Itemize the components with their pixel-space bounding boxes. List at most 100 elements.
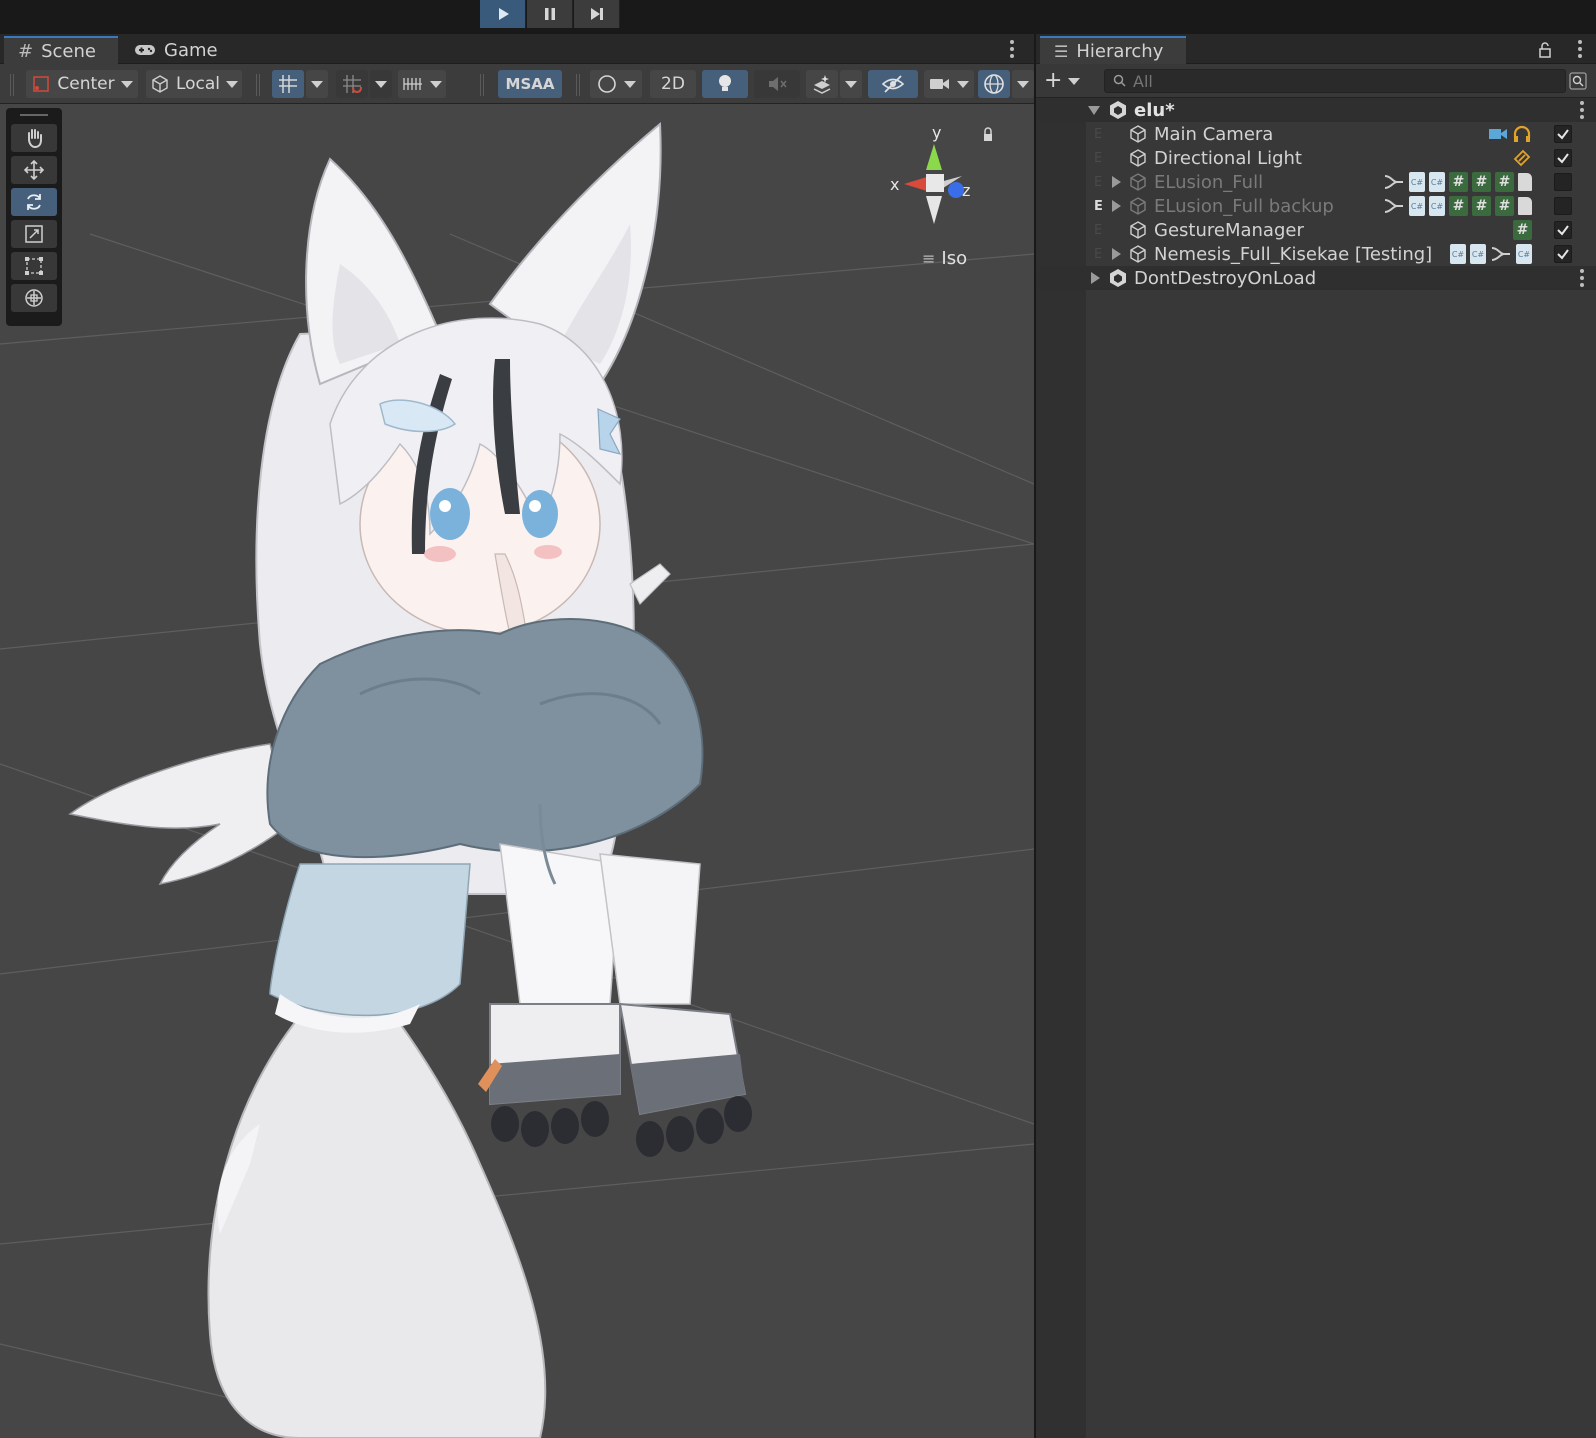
hierarchy-item-nemesis-full-kisekae[interactable]: E Nemesis_Full_Kisekae [Testing] C# C# C…: [1036, 242, 1596, 266]
effects-toggle[interactable]: [806, 70, 838, 98]
tab-scene[interactable]: # Scene: [4, 36, 118, 64]
snap-options-dropdown[interactable]: [370, 70, 392, 98]
lighting-toggle[interactable]: [702, 70, 748, 98]
expand-arrow-icon[interactable]: [1088, 105, 1100, 115]
chevron-down-icon: [375, 80, 387, 88]
scene-row-elu[interactable]: elu*: [1036, 98, 1596, 122]
component-icons: [1488, 124, 1532, 144]
component-icons: [1512, 148, 1532, 168]
scene-visibility-toggle[interactable]: [868, 70, 918, 98]
snap-toggle[interactable]: [336, 70, 368, 98]
expand-arrow-icon[interactable]: [1112, 248, 1121, 260]
item-name: GestureManager: [1154, 219, 1304, 241]
hidden-eye-icon: [881, 75, 905, 93]
hierarchy-panel-menu-icon[interactable]: [1578, 40, 1584, 58]
hierarchy-item-elusion-full-backup[interactable]: E ELusion_Full backup C# C# # # #: [1036, 194, 1596, 218]
search-icon: [1113, 74, 1126, 87]
msaa-toggle[interactable]: MSAA: [498, 70, 562, 98]
hierarchy-item-gesture-manager[interactable]: E GestureManager #: [1036, 218, 1596, 242]
document-icon: [1518, 197, 1532, 215]
snap-grid-icon: [343, 75, 362, 94]
grid-options-dropdown[interactable]: [306, 70, 328, 98]
tool-strip: [6, 108, 62, 326]
expand-arrow-icon[interactable]: [1091, 272, 1100, 284]
video-camera-icon: [930, 79, 949, 89]
scene-panel-menu-icon[interactable]: [1010, 40, 1016, 58]
avatar-model[interactable]: [0, 104, 1034, 1438]
scene-viewport[interactable]: y x z ≡ Iso: [0, 104, 1034, 1438]
2d-toggle[interactable]: 2D: [650, 70, 696, 98]
search-input[interactable]: [1133, 71, 1533, 91]
rect-tool[interactable]: [11, 252, 57, 280]
checkmark-icon: [1557, 225, 1569, 236]
search-field[interactable]: [1104, 69, 1566, 93]
chevron-down-icon: [311, 80, 323, 88]
tab-game[interactable]: Game: [120, 36, 232, 64]
gizmos-dropdown[interactable]: [1012, 70, 1034, 98]
hierarchy-item-main-camera[interactable]: E Main Camera: [1036, 122, 1596, 146]
hierarchy-item-elusion-full[interactable]: E ELusion_Full C# C# # # #: [1036, 170, 1596, 194]
toolbar-grip: [256, 74, 260, 96]
gameobject-cube-icon: [1130, 197, 1146, 215]
active-checkbox[interactable]: [1554, 221, 1572, 239]
create-button[interactable]: +: [1044, 70, 1081, 92]
gizmos-toggle[interactable]: [978, 70, 1010, 98]
pivot-mode-dropdown[interactable]: Center: [26, 70, 138, 98]
active-checkbox[interactable]: [1554, 149, 1572, 167]
msaa-label: MSAA: [505, 75, 555, 93]
editor-only-badge: E: [1094, 174, 1103, 190]
scale-tool[interactable]: [11, 220, 57, 248]
transform-tool[interactable]: [11, 284, 57, 312]
editor-only-badge: E: [1094, 246, 1103, 262]
hierarchy-list: elu* E Main Camera E Directional Light E…: [1036, 98, 1596, 290]
item-name: Nemesis_Full_Kisekae [Testing]: [1154, 243, 1433, 265]
csharp-script-icon: C#: [1450, 244, 1466, 264]
script-hash-icon: #: [1495, 196, 1514, 216]
active-checkbox[interactable]: [1554, 173, 1572, 191]
checkmark-icon: [1557, 153, 1569, 164]
unity-scene-icon: [1110, 269, 1126, 287]
scene-row-dont-destroy-on-load[interactable]: DontDestroyOnLoad: [1036, 266, 1596, 290]
scene-toolbar: Center Local MSAA 2D: [0, 64, 1034, 104]
pivot-rotation-dropdown[interactable]: Local: [146, 70, 242, 98]
effects-dropdown[interactable]: [840, 70, 862, 98]
shading-mode-dropdown[interactable]: [590, 70, 642, 98]
hierarchy-toolbar: +: [1036, 64, 1596, 98]
hierarchy-item-directional-light[interactable]: E Directional Light: [1036, 146, 1596, 170]
gizmo-lock-icon[interactable]: [984, 134, 992, 141]
animator-icon: [1491, 247, 1510, 261]
step-button[interactable]: [574, 0, 620, 28]
camera-component-icon: [1489, 129, 1507, 139]
hand-tool[interactable]: [11, 124, 57, 152]
rotate-tool[interactable]: [11, 188, 57, 216]
projection-toggle[interactable]: ≡ Iso: [922, 248, 967, 269]
play-button[interactable]: [480, 0, 526, 28]
chevron-down-icon: [1017, 80, 1029, 88]
scene-name: elu*: [1134, 99, 1175, 121]
camera-settings-dropdown[interactable]: [924, 70, 974, 98]
script-hash-icon: #: [1513, 220, 1532, 240]
row-menu-icon[interactable]: [1580, 101, 1584, 119]
tab-hierarchy[interactable]: ☰ Hierarchy: [1040, 36, 1186, 64]
increment-snap-dropdown[interactable]: [398, 70, 446, 98]
light-component-icon: [1513, 149, 1531, 167]
item-name: Directional Light: [1154, 147, 1302, 169]
cube-icon: [152, 75, 168, 93]
row-menu-icon[interactable]: [1580, 269, 1584, 287]
active-checkbox[interactable]: [1554, 245, 1572, 263]
expand-arrow-icon[interactable]: [1112, 176, 1121, 188]
grid-snap-toggle[interactable]: [272, 70, 304, 98]
lock-icon[interactable]: [1538, 42, 1552, 58]
search-options-icon[interactable]: [1568, 71, 1588, 91]
csharp-script-icon: C#: [1409, 196, 1425, 216]
chevron-down-icon: [845, 80, 857, 88]
pivot-rotation-label: Local: [175, 74, 221, 94]
editor-only-badge: E: [1094, 126, 1103, 142]
move-tool[interactable]: [11, 156, 57, 184]
active-checkbox[interactable]: [1554, 125, 1572, 143]
editor-only-badge: E: [1094, 222, 1103, 238]
active-checkbox[interactable]: [1554, 197, 1572, 215]
expand-arrow-icon[interactable]: [1112, 200, 1121, 212]
pause-button[interactable]: [527, 0, 573, 28]
audio-toggle[interactable]: [754, 70, 800, 98]
